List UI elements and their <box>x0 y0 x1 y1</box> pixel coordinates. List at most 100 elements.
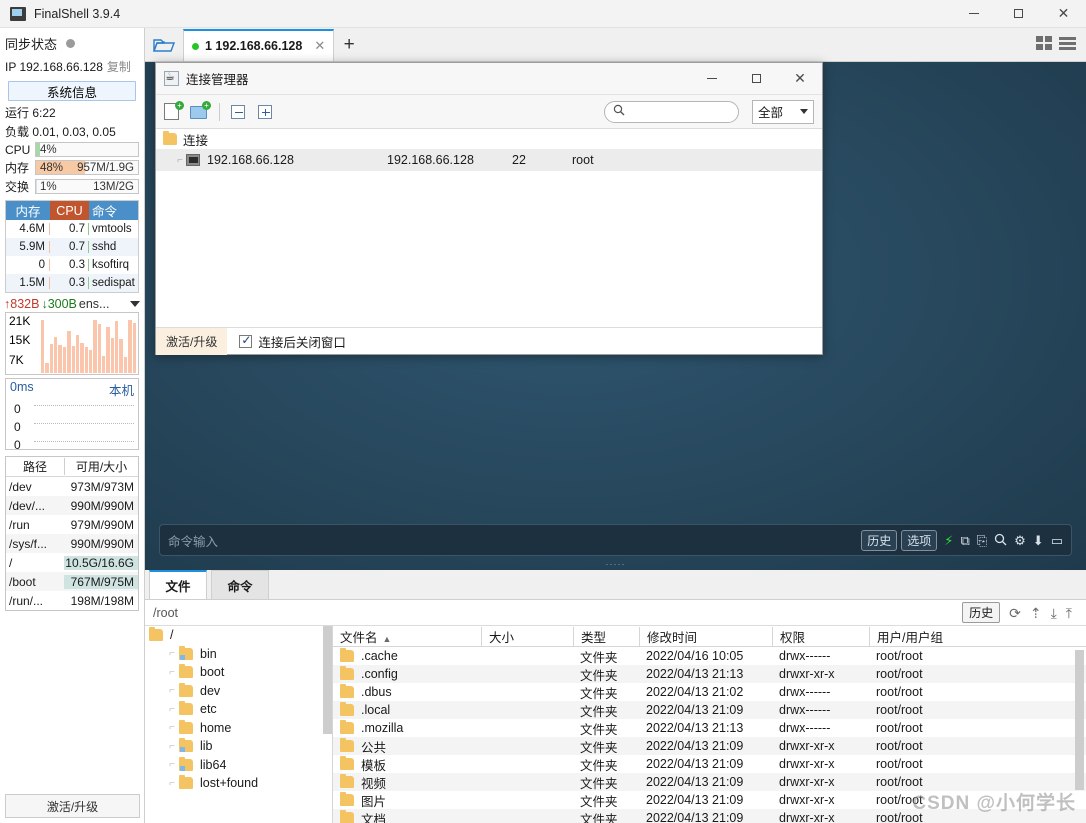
tree-scrollbar[interactable] <box>323 626 332 734</box>
new-tab-button[interactable]: + <box>334 29 364 61</box>
table-row[interactable]: /dev/... 990M/990M <box>6 496 138 515</box>
table-row[interactable]: 5.9M 0.7 sshd <box>6 238 138 256</box>
gear-icon[interactable]: ⚙ <box>1014 534 1026 547</box>
sync-status-row: 同步状态 <box>0 28 144 56</box>
column-header-name[interactable]: 文件名 ▲ <box>333 627 481 646</box>
search-icon[interactable] <box>994 533 1007 548</box>
table-row[interactable]: 文档 文件夹 2022/04/13 21:09 drwxr-xr-x root/root <box>333 809 1086 823</box>
connection-group-node[interactable]: 连接 <box>156 129 822 149</box>
upload-icon[interactable]: ⇡ <box>1030 606 1042 620</box>
tree-item[interactable]: ⌐ lib64 <box>145 756 332 775</box>
collapse-all-icon[interactable] <box>228 102 250 122</box>
disk-col-size[interactable]: 可用/大小 <box>64 458 138 475</box>
app-title: FinalShell 3.9.4 <box>34 6 121 21</box>
grid-view-icon[interactable] <box>1036 36 1053 54</box>
directory-tree[interactable]: / ⌐ bin ⌐ boot ⌐ dev ⌐ etc ⌐ home ⌐ lib ⌐ lib64… <box>145 626 333 823</box>
connection-list[interactable]: 连接 ⌐ 192.168.66.128 192.168.66.128 22 ro… <box>156 129 822 327</box>
new-folder-icon[interactable]: + <box>189 100 211 122</box>
command-input-bar[interactable]: 命令输入 历史 选项 ⚡ ⧉ ⎘ ⚙ ⬇ ▭ <box>159 524 1072 556</box>
tab-commands[interactable]: 命令 <box>211 570 269 599</box>
column-header-permissions[interactable]: 权限 <box>772 626 869 646</box>
dialog-close-button[interactable]: ✕ <box>778 63 822 94</box>
table-row[interactable]: 视频 文件夹 2022/04/13 21:09 drwxr-xr-x root/root <box>333 773 1086 791</box>
download-icon[interactable]: ⬇ <box>1033 534 1044 547</box>
minimize-button[interactable] <box>951 0 996 28</box>
host-icon <box>186 154 200 166</box>
expand-all-icon[interactable] <box>255 102 277 122</box>
activate-upgrade-button[interactable]: 激活/升级 <box>5 794 140 818</box>
list-item[interactable]: ⌐ 192.168.66.128 192.168.66.128 22 root <box>156 149 822 171</box>
chevron-down-icon[interactable] <box>130 301 140 307</box>
hamburger-menu-icon[interactable] <box>1059 36 1076 54</box>
table-row[interactable]: 图片 文件夹 2022/04/13 21:09 drwxr-xr-x root/root <box>333 791 1086 809</box>
process-col-cmd[interactable]: 命令 <box>89 201 138 220</box>
table-row[interactable]: 1.5M 0.3 sedispat <box>6 274 138 292</box>
current-path[interactable]: /root <box>145 606 178 620</box>
copy-ip-button[interactable]: 复制 <box>107 60 131 74</box>
table-row[interactable]: 模板 文件夹 2022/04/13 21:09 drwxr-xr-x root/root <box>333 755 1086 773</box>
table-row[interactable]: /sys/f... 990M/990M <box>6 534 138 553</box>
tree-item[interactable]: ⌐ bin <box>145 645 332 664</box>
dialog-maximize-button[interactable] <box>734 63 778 94</box>
tree-item[interactable]: ⌐ lost+found <box>145 774 332 793</box>
process-col-mem[interactable]: 内存 <box>6 201 50 220</box>
tab-strip: 1 192.168.66.128 ✕ + <box>145 28 1086 62</box>
network-interface[interactable]: ens... <box>79 297 110 311</box>
paste-icon[interactable]: ⎘ <box>977 534 987 547</box>
close-after-connect-checkbox[interactable]: 连接后关闭窗口 <box>239 332 346 351</box>
tab-files[interactable]: 文件 <box>149 570 207 599</box>
file-list[interactable]: 文件名 ▲ 大小 类型 修改时间 权限 用户/用户组 .cache 文件夹 2022/… <box>333 626 1086 823</box>
table-row[interactable]: 0 0.3 ksoftirq <box>6 256 138 274</box>
tree-item-root[interactable]: / <box>145 626 332 645</box>
tree-item[interactable]: ⌐ lib <box>145 737 332 756</box>
terminal-options-button[interactable]: 选项 <box>901 529 938 551</box>
splitter-grip[interactable]: ····· <box>606 559 626 569</box>
table-row[interactable]: /run 979M/990M <box>6 515 138 534</box>
table-row[interactable]: 4.6M 0.7 vmtools <box>6 220 138 238</box>
swap-meter: 1% 13M/2G <box>35 179 139 194</box>
tab-session-1[interactable]: 1 192.168.66.128 ✕ <box>183 29 335 61</box>
table-row[interactable]: .mozilla 文件夹 2022/04/13 21:13 drwx------ roo… <box>333 719 1086 737</box>
terminal-history-button[interactable]: 历史 <box>861 529 898 551</box>
upload-from-icon[interactable]: ⤒ <box>1066 606 1072 620</box>
table-row[interactable]: 公共 文件夹 2022/04/13 21:09 drwxr-xr-x root/root <box>333 737 1086 755</box>
disk-col-path[interactable]: 路径 <box>6 458 64 475</box>
close-button[interactable]: ✕ <box>1041 0 1086 28</box>
new-connection-icon[interactable]: + <box>162 100 184 122</box>
dialog-minimize-button[interactable] <box>690 63 734 94</box>
copy-icon[interactable]: ⧉ <box>960 534 969 547</box>
column-header-size[interactable]: 大小 <box>481 626 573 646</box>
filter-select[interactable]: 全部 <box>752 99 814 124</box>
system-info-button[interactable]: 系统信息 <box>8 81 136 101</box>
file-history-button[interactable]: 历史 <box>962 602 1001 623</box>
refresh-icon[interactable]: ⟳ <box>1009 606 1021 620</box>
table-row[interactable]: .cache 文件夹 2022/04/16 10:05 drwx------ root/… <box>333 647 1086 665</box>
tree-item[interactable]: ⌐ boot <box>145 663 332 682</box>
download-to-icon[interactable]: ⤓ <box>1051 606 1057 620</box>
process-table-header: 内存 CPU 命令 <box>6 201 138 220</box>
table-row[interactable]: .dbus 文件夹 2022/04/13 21:02 drwx------ root/r… <box>333 683 1086 701</box>
open-folder-icon[interactable] <box>145 29 183 61</box>
column-header-mtime[interactable]: 修改时间 <box>639 626 772 646</box>
close-icon[interactable]: ✕ <box>314 38 325 54</box>
command-input[interactable]: 命令输入 <box>168 531 218 550</box>
file-list-scrollbar[interactable] <box>1075 650 1084 790</box>
table-row[interactable]: .local 文件夹 2022/04/13 21:09 drwx------ root/… <box>333 701 1086 719</box>
dialog-activate-button[interactable]: 激活/升级 <box>156 327 228 355</box>
table-row[interactable]: /dev 973M/973M <box>6 477 138 496</box>
process-col-cpu[interactable]: CPU <box>50 201 89 220</box>
column-header-type[interactable]: 类型 <box>573 626 639 646</box>
column-header-owner[interactable]: 用户/用户组 <box>869 626 1086 646</box>
tree-item[interactable]: ⌐ dev <box>145 682 332 701</box>
maximize-button[interactable] <box>996 0 1041 28</box>
window-icon[interactable]: ▭ <box>1051 534 1063 547</box>
latency-host[interactable]: 本机 <box>109 380 134 399</box>
table-row[interactable]: /run/... 198M/198M <box>6 591 138 610</box>
tree-item[interactable]: ⌐ home <box>145 719 332 738</box>
table-row[interactable]: /boot 767M/975M <box>6 572 138 591</box>
tree-item[interactable]: ⌐ etc <box>145 700 332 719</box>
table-row[interactable]: .config 文件夹 2022/04/13 21:13 drwxr-xr-x root… <box>333 665 1086 683</box>
table-row[interactable]: / 10.5G/16.6G <box>6 553 138 572</box>
bolt-icon[interactable]: ⚡ <box>944 534 953 547</box>
search-input[interactable] <box>604 100 739 123</box>
